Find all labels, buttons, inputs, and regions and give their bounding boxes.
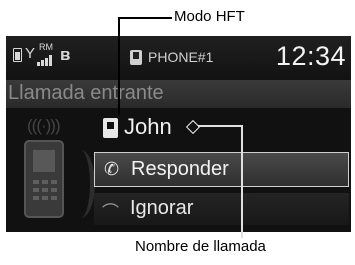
cellphone-icon [24,140,64,218]
incoming-call-bar: Llamada entrante [6,80,351,108]
caller-name: John [124,114,172,139]
keypad-key [42,196,48,200]
hft-display-screen: Y RM ʙ PHONE#1 12:34 Llamada entrante ((… [6,36,351,232]
keypad-key [42,188,48,192]
keypad-key [51,196,57,200]
incoming-call-status: Llamada entrante [8,82,164,104]
roam-indicator: RM [39,42,53,52]
contact-card-icon [103,118,118,138]
keypad-key [51,188,57,192]
ignore-button[interactable]: ⌒ Ignorar [94,193,349,225]
leader-line-caller-horizontal [198,125,242,127]
answer-button[interactable]: ✆ Responder [94,152,349,187]
keypad-key [33,188,39,192]
callout-modo-hft: Modo HFT [174,8,245,25]
bluetooth-icon: ʙ [60,45,71,64]
callout-nombre-de-llamada: Nombre de llamada [135,238,266,255]
caller-name-marker [185,119,201,135]
leader-line-hft-vertical [118,17,120,115]
ringing-bracket [66,150,95,218]
leader-line-caller-vertical [241,125,243,238]
ignore-label: Ignorar [130,197,194,219]
phone-name: PHONE#1 [148,49,214,65]
signal-strength-icon [37,54,55,66]
phone-profile-icon [130,50,142,65]
leader-line-hft-horizontal [118,17,172,19]
cellphone-screen [33,150,55,172]
status-bar: Y RM ʙ PHONE#1 12:34 [6,36,351,80]
answer-call-icon: ✆ [104,159,120,179]
keypad-key [33,196,39,200]
hang-up-icon: ⌒ [102,203,119,222]
battery-icon [13,48,22,62]
antenna-icon: Y [25,45,36,62]
keypad-key [51,180,57,184]
ringing-waves-icon: (((·))) [27,116,61,135]
keypad-key [42,180,48,184]
cellphone-illustration [24,140,68,220]
answer-label: Responder [131,158,229,180]
clock: 12:34 [275,41,346,71]
keypad-key [33,180,39,184]
